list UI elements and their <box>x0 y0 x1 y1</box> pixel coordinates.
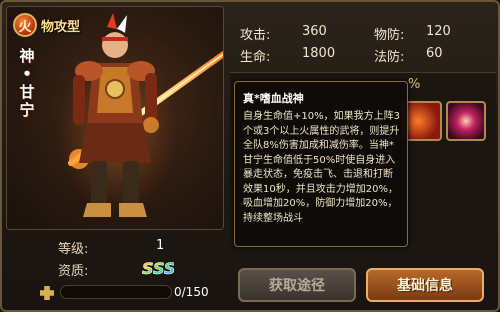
level-value: 1 <box>156 238 165 253</box>
fire-slash-skill-icon[interactable] <box>402 101 442 141</box>
obtain-source-button[interactable]: 获取途径 <box>238 268 356 302</box>
hero-name: 神•甘宁 <box>19 47 35 119</box>
fragment-count: 0/150 <box>174 285 209 299</box>
hero-detail-window: 火 物攻型 神•甘宁 等级: 1 资质: SSS 0/150 攻击: 360 物… <box>0 0 500 312</box>
hp-label: 生命: <box>240 50 271 65</box>
sss-rainbow-icon: SSS <box>142 259 174 278</box>
puzzle-fragment-icon <box>40 286 54 300</box>
level-label: 等级: <box>58 242 89 257</box>
hero-stats-panel: 攻击: 360 物防: 120 生命: 1800 法防: 60 <box>230 6 496 68</box>
aptitude-label: 资质: <box>58 264 89 279</box>
basic-info-button[interactable]: 基础信息 <box>366 268 484 302</box>
skill-percent-text: % <box>408 77 421 92</box>
fragment-progress-bar <box>60 285 172 299</box>
hero-portrait-panel: 火 物攻型 神•甘宁 <box>6 6 224 230</box>
physical-defense-value: 120 <box>426 24 451 39</box>
crimson-vortex-skill-icon[interactable] <box>446 101 486 141</box>
hp-value: 1800 <box>302 46 336 61</box>
attack-label: 攻击: <box>240 28 271 43</box>
magic-defense-value: 60 <box>426 46 443 61</box>
hero-progress-area: 等级: 1 资质: SSS 0/150 <box>6 232 224 310</box>
skill-tooltip-description: 自身生命值+10%，如果我方上阵3个或3个以上火属性的武将，则提升全队8%伤害加… <box>243 111 400 224</box>
attack-value: 360 <box>302 24 327 39</box>
skill-tooltip-title: 真*嗜血战神 <box>243 92 304 105</box>
hero-portrait-image <box>57 13 223 217</box>
fire-element-badge: 火 <box>13 13 37 37</box>
physical-defense-label: 物防: <box>374 28 405 43</box>
skill-tooltip: 真*嗜血战神 自身生命值+10%，如果我方上阵3个或3个以上火属性的武将，则提升… <box>234 81 408 247</box>
svg-text:SSS: SSS <box>142 259 174 278</box>
magic-defense-label: 法防: <box>374 50 405 65</box>
